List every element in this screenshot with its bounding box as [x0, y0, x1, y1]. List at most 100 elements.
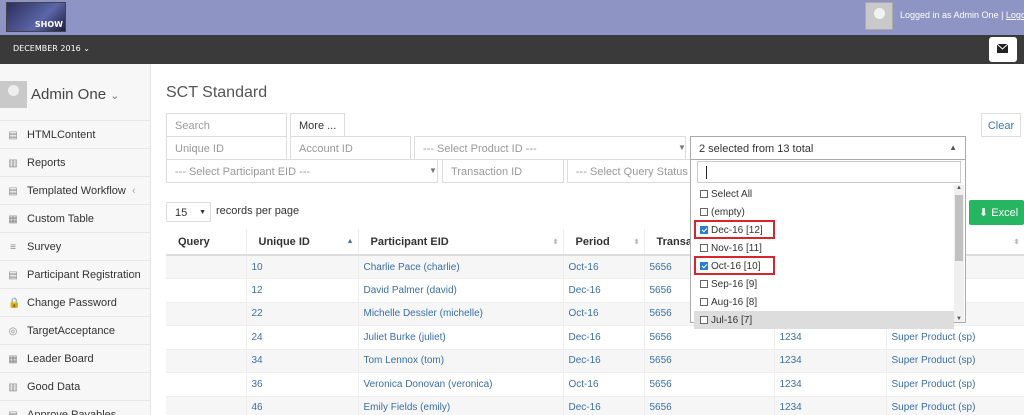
- multiselect-option-label: Nov-16 [11]: [711, 243, 762, 254]
- table-cell: 5656: [644, 372, 775, 397]
- sidebar-item-htmlcontent[interactable]: ▤ HTMLContent: [0, 120, 150, 148]
- column-header[interactable]: Query: [166, 229, 247, 256]
- multiselect-scrollbar[interactable]: ▲ ▼: [954, 185, 964, 322]
- login-status-text: Logged in as Admin One |: [900, 10, 1006, 20]
- table-cell[interactable]: Juliet Burke (juliet): [358, 325, 564, 350]
- scroll-down-icon[interactable]: ▼: [956, 316, 962, 322]
- column-header-label: Participant EID: [370, 235, 449, 248]
- more-filters-button[interactable]: More ...: [290, 113, 345, 137]
- product-id-select[interactable]: --- Select Product ID ---: [414, 136, 686, 160]
- table-cell: 5656: [644, 349, 775, 373]
- column-header[interactable]: Participant EID ⬍: [358, 229, 564, 256]
- mail-button[interactable]: [989, 37, 1017, 62]
- table-cell[interactable]: Tom Lennox (tom): [358, 349, 564, 373]
- table-cell: 5656: [644, 325, 775, 350]
- table-cell[interactable]: Charlie Pace (charlie): [358, 255, 564, 279]
- top-bar: SHOW Logged in as Admin One | Logout: [0, 0, 1024, 35]
- checkbox-icon[interactable]: [700, 208, 708, 216]
- table-cell: [166, 396, 247, 415]
- selection-highlight-box: [694, 220, 775, 239]
- page-title: SCT Standard: [166, 84, 268, 101]
- multiselect-option[interactable]: Oct-16 [10]: [694, 256, 954, 275]
- sidebar-user-menu[interactable]: Admin One ⌄: [31, 86, 119, 103]
- table-cell: 1234: [774, 396, 887, 415]
- column-header[interactable]: Period ⬍: [563, 229, 645, 256]
- checkbox-icon[interactable]: [700, 298, 708, 306]
- query-status-select[interactable]: --- Select Query Status ---: [567, 159, 691, 183]
- transaction-id-field[interactable]: Transaction ID: [442, 159, 564, 183]
- period-selector[interactable]: DECEMBER 2016 ⌄: [13, 44, 90, 53]
- search-input[interactable]: Search: [166, 113, 287, 137]
- document-icon: ▤: [8, 270, 18, 281]
- sidebar-item-participant-registration[interactable]: ▤ Participant Registration ‹: [0, 260, 150, 288]
- text-cursor: [706, 166, 707, 179]
- table-cell[interactable]: 36: [246, 372, 359, 397]
- logout-link[interactable]: Logout: [1006, 10, 1024, 20]
- multiselect-option[interactable]: Nov-16 [11]: [694, 239, 954, 257]
- table-cell[interactable]: 46: [246, 396, 359, 415]
- sidebar-username: Admin One: [31, 86, 107, 103]
- checkbox-icon[interactable]: [700, 244, 708, 252]
- sidebar-item-good-data[interactable]: ▥ Good Data: [0, 372, 150, 400]
- logo-text: SHOW: [34, 20, 63, 29]
- table-cell[interactable]: 22: [246, 302, 359, 326]
- sidebar-item-approve-payables[interactable]: ▤ Approve Payables: [0, 400, 150, 415]
- bar-chart-icon: ▥: [8, 158, 18, 169]
- table-row[interactable]: 24 Juliet Burke (juliet) Dec-16 5656 1234 Sup…: [166, 325, 1024, 350]
- multiselect-option[interactable]: (empty): [694, 203, 954, 221]
- sidebar-item-change-password[interactable]: 🔒 Change Password: [0, 288, 150, 316]
- app-logo[interactable]: SHOW: [6, 2, 66, 32]
- multiselect-option[interactable]: Jul-16 [7]: [694, 311, 954, 329]
- sidebar-item-templated-workflow[interactable]: ▤ Templated Workflow ‹: [0, 176, 150, 204]
- multiselect-option[interactable]: Dec-16 [12]: [694, 220, 954, 239]
- table-row[interactable]: 46 Emily Fields (emily) Dec-16 5656 1234 Supe…: [166, 396, 1024, 415]
- chevron-left-icon: ‹: [132, 185, 136, 197]
- table-cell[interactable]: 10: [246, 255, 359, 279]
- column-header-label: Period: [575, 235, 610, 248]
- sidebar-item-leader-board[interactable]: ▦ Leader Board: [0, 344, 150, 372]
- clear-button[interactable]: Clear: [981, 113, 1021, 137]
- sidebar-item-targetacceptance[interactable]: ◎ TargetAcceptance: [0, 316, 150, 344]
- column-header[interactable]: Unique ID ▲: [246, 229, 359, 256]
- sidebar-item-label: TargetAcceptance: [27, 325, 116, 337]
- scrollbar-thumb[interactable]: [955, 195, 963, 261]
- table-cell[interactable]: Emily Fields (emily): [358, 396, 564, 415]
- period-multiselect[interactable]: 2 selected from 13 total ▲: [690, 136, 966, 160]
- scroll-up-icon[interactable]: ▲: [956, 185, 962, 191]
- caret-down-icon: ▼: [199, 209, 206, 216]
- table-cell[interactable]: Veronica Donovan (veronica): [358, 372, 564, 397]
- caret-down-icon: ▼: [429, 166, 437, 175]
- table-cell[interactable]: David Palmer (david): [358, 278, 564, 303]
- records-per-page-select[interactable]: 15 ▼: [166, 202, 211, 222]
- checkbox-icon[interactable]: [700, 316, 708, 324]
- table-cell: Super Product (sp): [886, 372, 1024, 397]
- sidebar-item-reports[interactable]: ▥ Reports: [0, 148, 150, 176]
- account-id-field[interactable]: Account ID: [290, 136, 411, 160]
- table-cell: Dec-16: [563, 396, 645, 415]
- table-cell[interactable]: 24: [246, 325, 359, 350]
- participant-eid-select[interactable]: --- Select Participant EID ---: [166, 159, 438, 183]
- table-cell: Dec-16: [563, 349, 645, 373]
- sidebar-item-survey[interactable]: ≡ Survey: [0, 232, 150, 260]
- sort-icon: ⬍: [552, 239, 559, 246]
- table-cell[interactable]: 12: [246, 278, 359, 303]
- sidebar-item-label: Reports: [27, 157, 66, 169]
- table-row[interactable]: 34 Tom Lennox (tom) Dec-16 5656 1234 Super Pr…: [166, 349, 1024, 373]
- multiselect-option[interactable]: Aug-16 [8]: [694, 293, 954, 311]
- table-cell[interactable]: 34: [246, 349, 359, 373]
- user-avatar: [865, 2, 893, 30]
- excel-export-button[interactable]: ⬇ Excel: [969, 200, 1024, 225]
- table-row[interactable]: 36 Veronica Donovan (veronica) Oct-16 5656 1…: [166, 372, 1024, 397]
- sidebar-item-custom-table[interactable]: ▦ Custom Table: [0, 204, 150, 232]
- multiselect-option[interactable]: Sep-16 [9]: [694, 275, 954, 293]
- table-cell[interactable]: Michelle Dessler (michelle): [358, 302, 564, 326]
- document-icon: ▤: [8, 186, 18, 197]
- multiselect-option-label: Aug-16 [8]: [711, 297, 758, 308]
- multiselect-search-input[interactable]: [697, 161, 961, 183]
- checkbox-icon[interactable]: [700, 280, 708, 288]
- multiselect-option-label: Sep-16 [9]: [711, 279, 758, 290]
- table-cell: 5656: [644, 396, 775, 415]
- unique-id-field[interactable]: Unique ID: [166, 136, 287, 160]
- multiselect-option[interactable]: Select All: [694, 185, 954, 203]
- checkbox-icon[interactable]: [700, 190, 708, 198]
